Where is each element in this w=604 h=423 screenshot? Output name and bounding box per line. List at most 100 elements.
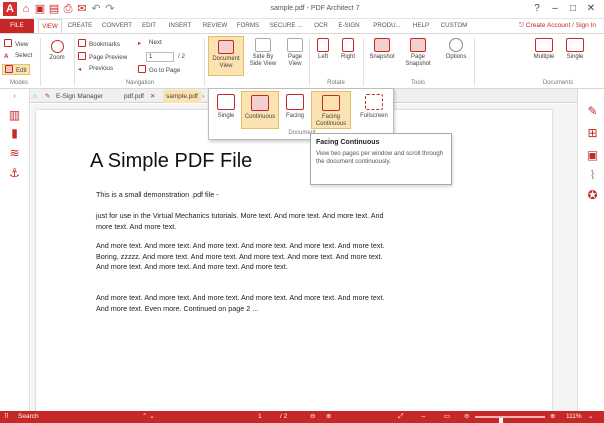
tab-insert[interactable]: INSERT (164, 19, 196, 33)
next-page-icon[interactable]: ⊕ (326, 411, 331, 423)
facing-continuous-icon (322, 95, 340, 111)
single-page-icon (217, 94, 235, 110)
rotate-right-button[interactable]: Right (337, 38, 359, 61)
tab-produ[interactable]: PRODU... (367, 19, 407, 33)
view-continuous-option[interactable]: Continuous (241, 91, 279, 129)
zoom-slider[interactable] (475, 416, 545, 423)
zoom-level[interactable]: 111% (566, 411, 582, 423)
page-view-button[interactable]: Page View (282, 38, 308, 68)
page-layout-icon[interactable]: ▭ (444, 411, 450, 423)
tooltip-text: View two pages per window and scroll thr… (316, 150, 444, 165)
tab-help[interactable]: HELP (408, 19, 434, 33)
ribbon-separator (204, 38, 205, 86)
left-sidebar: › ▥ ▮ ≋ ⚓ (0, 89, 30, 411)
comment-icon[interactable]: ▣ (586, 149, 599, 161)
zoom-dropdown-icon[interactable]: ⌄ (588, 411, 593, 423)
tab-edit[interactable]: EDIT (138, 19, 160, 33)
tab-pdf[interactable]: pdf.pdf (124, 90, 144, 103)
group-label-modes: Modes (9, 80, 28, 86)
tab-sample[interactable]: sample.pdf (163, 90, 201, 103)
mode-view-button[interactable]: View (4, 39, 28, 48)
mode-select-button[interactable]: A Select (4, 52, 32, 61)
gear-icon (449, 38, 463, 52)
expand-chevron-icon[interactable]: › (8, 91, 21, 103)
next-button[interactable]: ▸ Next (138, 39, 162, 48)
tab-review[interactable]: REVIEW (199, 19, 231, 33)
view-single-option[interactable]: Single (211, 91, 241, 129)
zoom-out-icon[interactable]: ⊖ (464, 411, 469, 423)
create-account-link[interactable]: ⎋ Create Account / Sign In (519, 22, 596, 30)
mail-icon[interactable]: ✉ (76, 3, 88, 15)
zoom-slider-thumb[interactable] (499, 418, 504, 423)
help-icon[interactable]: ? (530, 3, 544, 15)
snapshot-button[interactable]: Snapshot (366, 38, 398, 61)
tab-ocr[interactable]: OCR (310, 19, 332, 33)
ribbon-separator (74, 38, 75, 86)
tab-secure[interactable]: SECURE ... (266, 19, 306, 33)
minimize-icon[interactable]: – (548, 3, 562, 15)
ribbon-separator (309, 38, 310, 86)
print-icon[interactable]: ⎙ (62, 3, 74, 15)
bookmarks-button[interactable]: Bookmarks (78, 39, 120, 48)
right-sidebar: ✎ ⊞ ▣ ⌇ ✪ (577, 89, 604, 411)
view-fullscreen-option[interactable]: Fullscreen (355, 91, 393, 129)
view-facing-option[interactable]: Facing (281, 91, 309, 129)
close-icon[interactable]: ✕ (584, 3, 598, 15)
current-page[interactable]: 1 (258, 411, 262, 423)
fullscreen-icon (365, 94, 383, 110)
tab-create[interactable]: CREATE (64, 19, 96, 33)
previous-button[interactable]: ◂ Previous (78, 65, 113, 74)
fit-width-icon[interactable]: ⇔ (420, 411, 427, 423)
search-field[interactable]: Search (18, 411, 39, 423)
paperclip-icon[interactable]: ⌇ (586, 169, 599, 181)
tab-esign-manager[interactable]: E-Sign Manager (56, 90, 103, 103)
close-tab-icon[interactable]: ✕ (150, 90, 155, 103)
ribbon: View A Select Edit Modes Zoom Bookmarks P… (0, 33, 604, 89)
tab-convert[interactable]: CONVERT (98, 19, 136, 33)
undo-icon[interactable]: ↶ (90, 3, 102, 15)
mode-edit-button[interactable]: Edit (2, 64, 30, 75)
pdf-file-icon[interactable]: ▣ (34, 3, 46, 15)
status-bar: ⠿ Search ⌃ ⌄ 1 / 2 ⊖ ⊕ ⤢ ⇔ ▭ ⊖ ⊕ 111% ⌄ (0, 411, 604, 423)
options-button[interactable]: Options (442, 38, 470, 61)
continuous-icon (251, 95, 269, 111)
document-view-button[interactable]: Document View (208, 36, 244, 76)
binoculars-icon[interactable]: ⊞ (586, 127, 599, 139)
view-facing-continuous-option[interactable]: Facing Continuous (311, 91, 351, 129)
magnifier-icon (50, 40, 64, 53)
page-preview-button[interactable]: Page Preview (78, 52, 127, 61)
maximize-icon[interactable]: □ (566, 3, 580, 15)
multiple-documents-button[interactable]: Multiple (530, 38, 558, 61)
page-number-input[interactable]: 1 (146, 52, 174, 62)
redo-icon[interactable]: ↷ (104, 3, 116, 15)
tab-custom[interactable]: CUSTOM (436, 19, 472, 33)
zoom-button[interactable]: Zoom (44, 40, 70, 62)
layers-panel-icon[interactable]: ≋ (8, 147, 21, 159)
wrench-icon[interactable]: ✎ (586, 105, 599, 117)
page-snapshot-button[interactable]: Page Snapshot (401, 38, 435, 68)
rotate-left-button[interactable]: Left (313, 38, 333, 61)
tab-scroll-arrow-icon[interactable]: › (202, 90, 204, 103)
app-logo[interactable]: A (3, 2, 17, 16)
tab-esign[interactable]: E-SIGN (334, 19, 364, 33)
bookmarks-panel-icon[interactable]: ▮ (8, 127, 21, 139)
search-options-icon[interactable]: ⌃ ⌄ (142, 411, 155, 423)
certificate-icon[interactable]: ✪ (586, 189, 599, 201)
single-document-button[interactable]: Single (562, 38, 588, 61)
group-label-rotate: Rotate (327, 80, 345, 86)
previous-page-icon[interactable]: ⊖ (310, 411, 315, 423)
fit-page-icon[interactable]: ⤢ (398, 411, 403, 423)
status-grip-icon: ⠿ (4, 413, 9, 420)
ribbon-separator (40, 38, 41, 86)
go-to-page-button[interactable]: Go to Page (138, 65, 180, 74)
home-icon[interactable]: ⌂ (20, 3, 32, 15)
home-tab-icon[interactable]: ⌂ (33, 90, 37, 103)
tab-view[interactable]: VIEW (38, 19, 62, 33)
tab-forms[interactable]: FORMS (233, 19, 263, 33)
anchor-icon[interactable]: ⚓ (8, 167, 21, 179)
pages-panel-icon[interactable]: ▥ (8, 109, 21, 121)
tab-file[interactable]: FILE (0, 19, 34, 33)
save-icon[interactable]: ▤ (48, 3, 60, 15)
zoom-in-icon[interactable]: ⊕ (550, 411, 555, 423)
side-by-side-view-button[interactable]: Side By Side View (248, 38, 278, 68)
